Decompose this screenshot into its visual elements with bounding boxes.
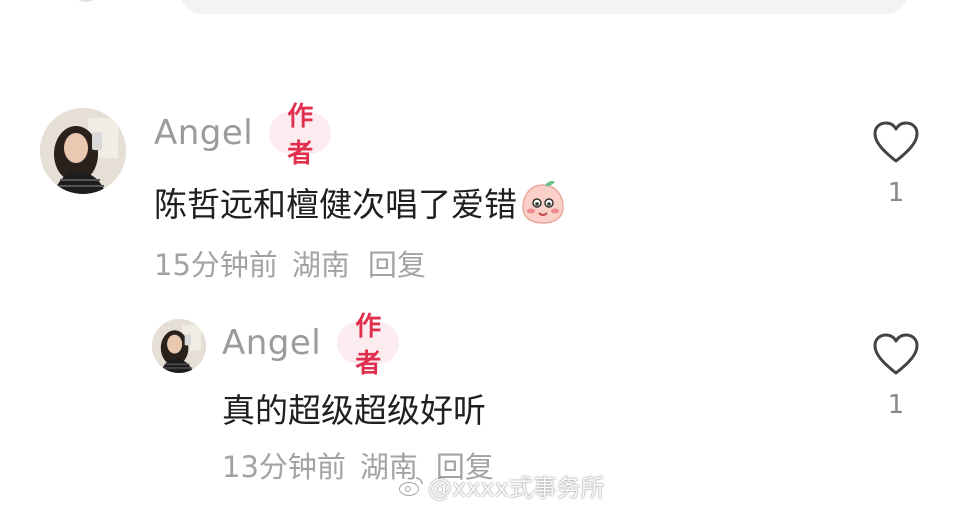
comment-text: 真的超级超级好听: [222, 384, 486, 432]
avatar[interactable]: [152, 319, 206, 373]
like-button[interactable]: 1: [866, 332, 926, 420]
comment-text-content: 陈哲远和檀健次唱了爱错: [154, 185, 517, 224]
watermark-text: @xxxx式事务所: [428, 474, 605, 502]
comment-text-content: 真的超级超级好听: [222, 391, 486, 430]
avatar-photo-icon: [40, 108, 126, 194]
like-count: 1: [887, 178, 905, 208]
comment-time: 15分钟前: [154, 248, 278, 282]
username[interactable]: Angel: [222, 323, 321, 363]
heart-outline-icon: [873, 333, 919, 375]
like-count: 1: [887, 390, 905, 420]
avatar-photo-icon: [152, 319, 206, 373]
comment-header: Angel 作者: [222, 312, 400, 379]
watermark: @xxxx式事务所: [398, 468, 605, 503]
heart-outline-icon: [873, 121, 919, 163]
author-badge: 作者: [269, 102, 332, 169]
comment-time: 13分钟前: [222, 450, 346, 484]
comment-text: 陈哲远和檀健次唱了爱错: [154, 178, 567, 226]
comment-location: 湖南: [291, 248, 350, 282]
reply-button[interactable]: 回复: [368, 248, 426, 282]
avatar[interactable]: [40, 108, 126, 194]
comment-input-bar[interactable]: [180, 0, 908, 14]
like-button[interactable]: 1: [866, 120, 926, 208]
author-badge: 作者: [337, 312, 400, 379]
username[interactable]: Angel: [154, 113, 253, 153]
weibo-logo-icon: [399, 476, 423, 496]
comment-header: Angel 作者: [154, 102, 332, 169]
comment-meta: 15分钟前 湖南 回复: [154, 242, 440, 284]
previous-avatar-fragment: [70, 0, 102, 2]
blush-peach-emoji-icon: [522, 181, 564, 224]
